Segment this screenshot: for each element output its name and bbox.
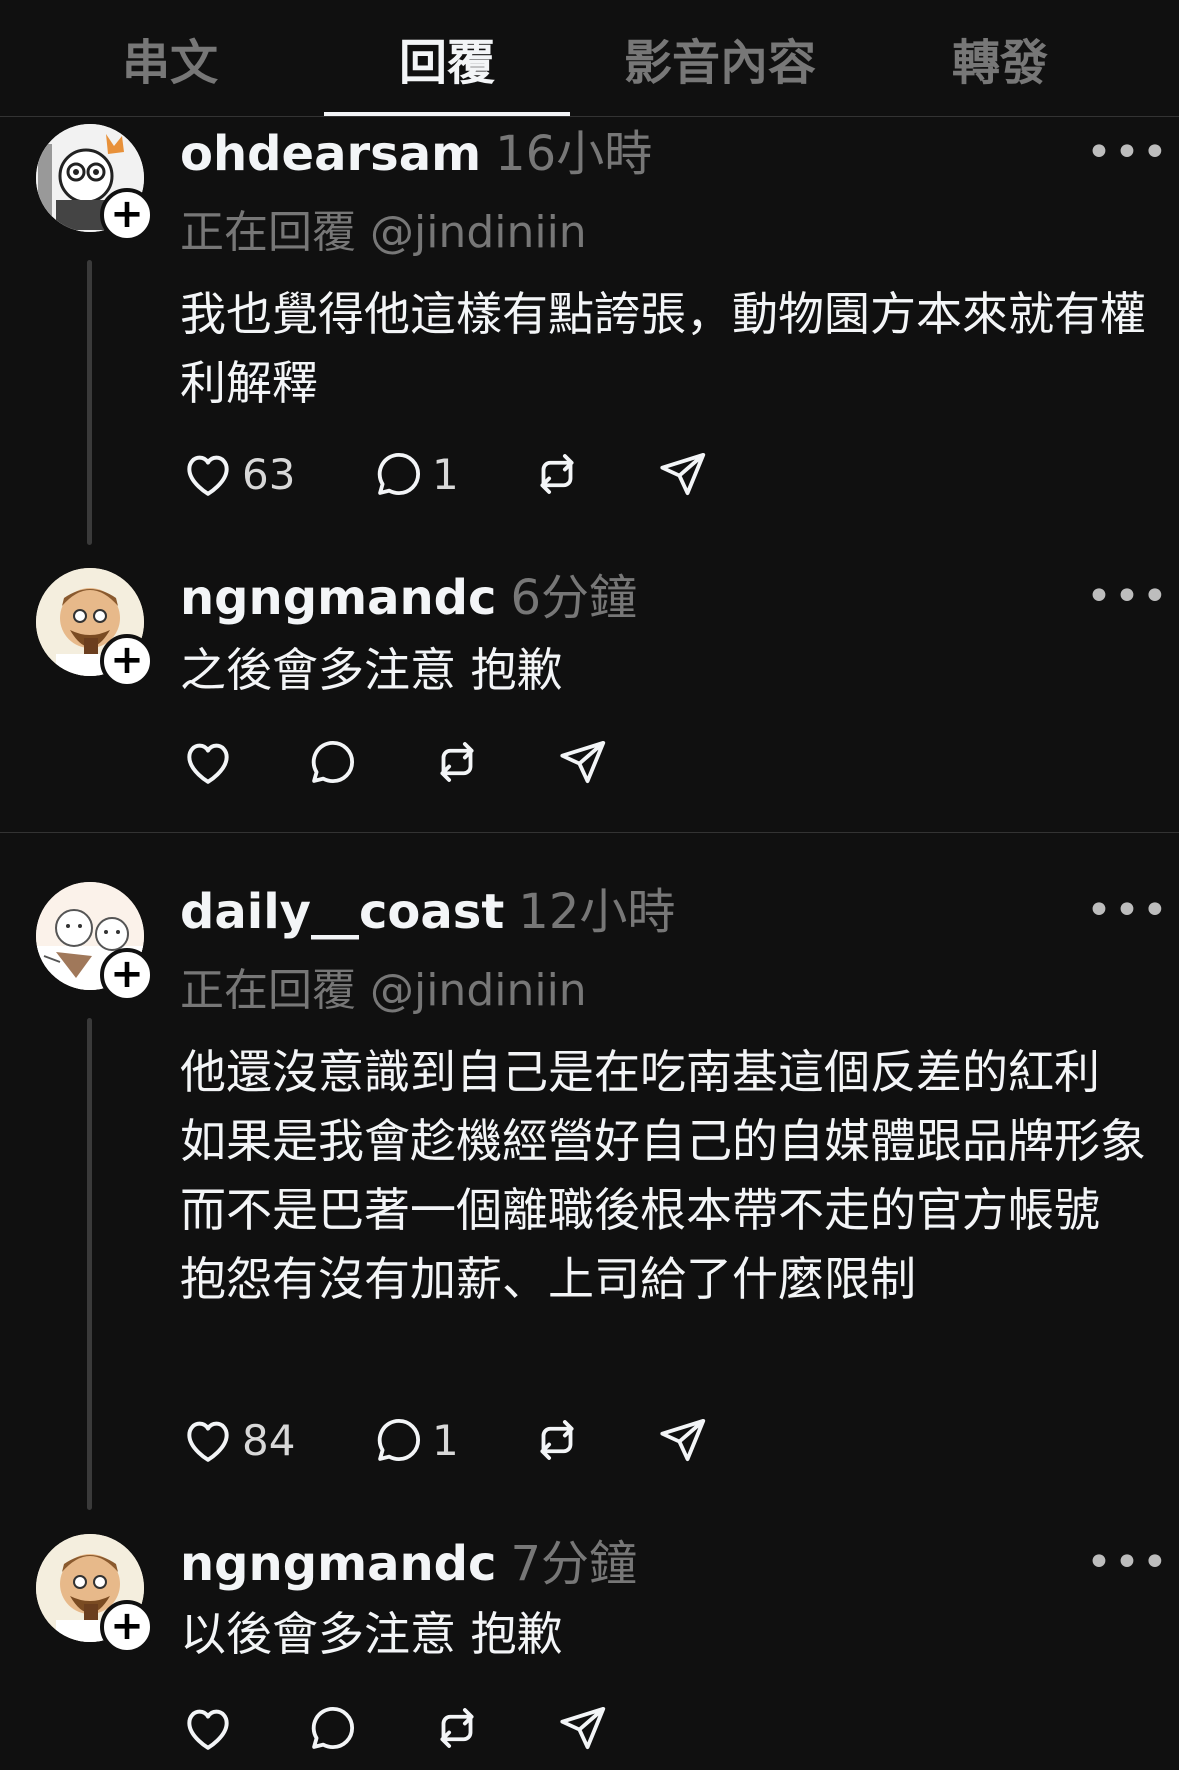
reply-button[interactable]: 1 [372,1410,459,1470]
replying-to-label[interactable]: 正在回覆 @jindiniin [180,196,587,260]
comment-icon [377,1418,420,1462]
tab-media[interactable]: 影音內容 [600,28,840,98]
thread-separator [0,832,1179,833]
username[interactable]: daily__coast [180,884,504,940]
post-text: 他還沒意識到自己是在吃南基這個反差的紅利 如果是我會趁機經營好自己的自媒體跟品牌… [180,1045,1146,1306]
like-count: 63 [242,449,296,499]
replying-to-label[interactable]: 正在回覆 @jindiniin [180,954,587,1018]
reply-button[interactable]: 1 [372,444,459,504]
more-icon[interactable]: ••• [1086,131,1168,175]
comment-icon [311,740,354,784]
username[interactable]: ngngmandc [180,570,496,626]
repost-button[interactable] [430,1698,484,1758]
like-count: 84 [242,1415,296,1465]
post-text: 之後會多注意 抱歉 [180,643,563,697]
post-header: daily__coast 12小時 [180,872,676,940]
post-time: 12小時 [518,884,676,940]
follow-plus-icon[interactable]: + [100,1600,154,1654]
tab-threads[interactable]: 串文 [60,28,280,98]
like-button[interactable]: 63 [180,444,295,504]
heart-icon [187,455,229,496]
send-icon [560,1706,606,1750]
follow-plus-icon[interactable]: + [100,634,154,688]
follow-plus-icon[interactable]: + [100,188,154,242]
thread-connector-line [87,260,92,545]
comment-icon [311,1706,354,1750]
more-icon[interactable]: ••• [1086,575,1168,619]
send-icon [660,452,706,496]
tab-replies[interactable]: 回覆 [324,28,570,98]
post-text: 以後會多注意 抱歉 [180,1607,563,1661]
post-time: 16小時 [495,126,653,182]
repost-button[interactable] [430,732,484,792]
more-icon[interactable]: ••• [1086,889,1168,933]
follow-plus-icon[interactable]: + [100,948,154,1002]
username[interactable]: ngngmandc [180,1536,496,1592]
reply-button[interactable] [306,1698,366,1758]
send-icon [660,1418,706,1462]
repost-icon [440,742,474,782]
post-header: ngngmandc 7分鐘 [180,1524,637,1592]
post-text: 我也覺得他這樣有點誇張，動物園方本來就有權利解釋 [180,287,1146,410]
thread-connector-line [87,1018,92,1510]
share-button[interactable] [556,1698,610,1758]
share-button[interactable] [656,444,710,504]
profile-tab-bar: 串文 回覆 影音內容 轉發 [0,0,1179,117]
repost-icon [540,1420,574,1460]
post-header: ohdearsam 16小時 [180,114,653,182]
like-button[interactable] [180,732,242,792]
reply-count: 1 [432,449,459,499]
like-button[interactable] [180,1698,242,1758]
share-button[interactable] [656,1410,710,1470]
repost-button[interactable] [530,444,584,504]
post-time: 7分鐘 [510,1536,637,1592]
post-header: ngngmandc 6分鐘 [180,558,637,626]
username[interactable]: ohdearsam [180,126,481,182]
repost-icon [540,454,574,494]
like-button[interactable]: 84 [180,1410,295,1470]
comment-icon [377,452,420,496]
share-button[interactable] [556,732,610,792]
send-icon [560,740,606,784]
post-time: 6分鐘 [510,570,637,626]
heart-icon [187,743,229,784]
more-icon[interactable]: ••• [1086,1541,1168,1585]
reply-button[interactable] [306,732,366,792]
heart-icon [187,1709,229,1750]
tab-reposts[interactable]: 轉發 [880,28,1120,98]
repost-button[interactable] [530,1410,584,1470]
repost-icon [440,1708,474,1748]
reply-count: 1 [432,1415,459,1465]
heart-icon [187,1421,229,1462]
